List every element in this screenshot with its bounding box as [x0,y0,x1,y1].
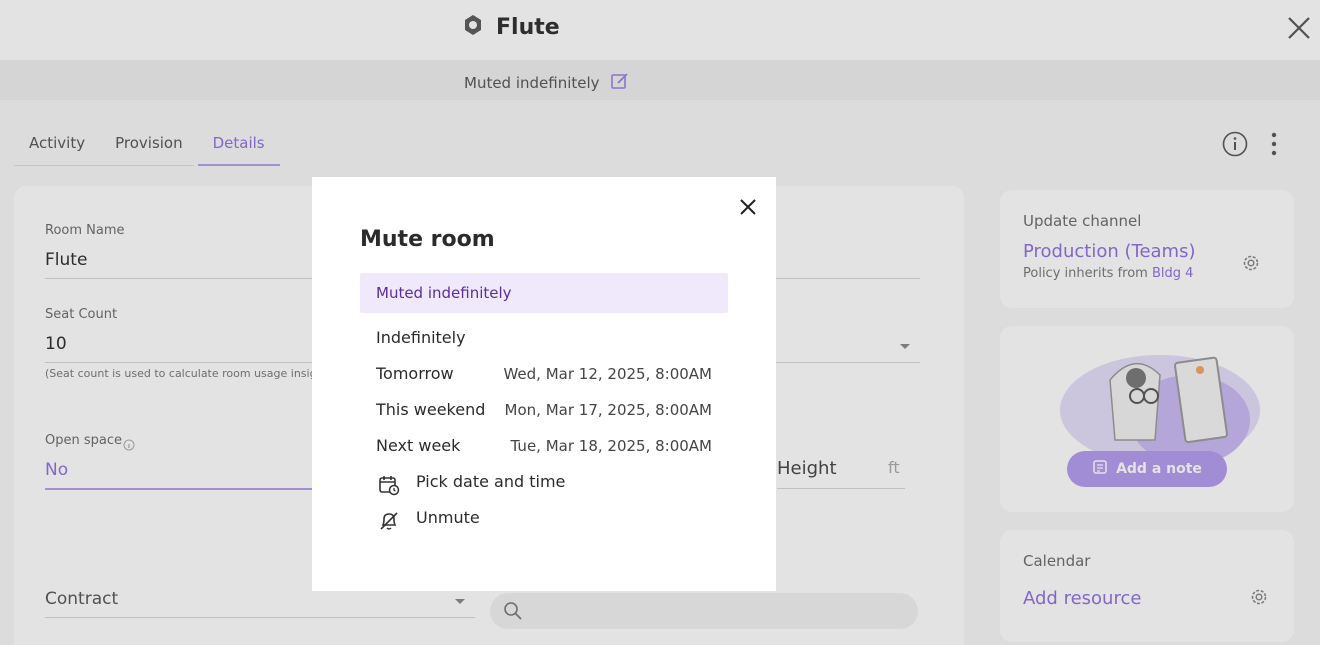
mute-option-indefinitely[interactable]: Indefinitely [376,328,466,347]
dialog-title: Mute room [360,227,495,252]
close-icon[interactable] [736,195,760,219]
mute-option-next-week[interactable]: Next week [376,436,460,455]
mute-option-tomorrow-date: Wed, Mar 12, 2025, 8:00AM [503,365,712,383]
mute-option-this-weekend[interactable]: This weekend [376,400,485,419]
calendar-clock-icon [378,474,400,500]
current-mute-state: Muted indefinitely [360,273,728,313]
bell-off-icon [378,510,400,536]
current-mute-state-label: Muted indefinitely [376,284,512,302]
mute-option-tomorrow[interactable]: Tomorrow [376,364,454,383]
mute-room-dialog: Mute room Muted indefinitely Indefinitel… [312,177,776,591]
mute-option-next-week-date: Tue, Mar 18, 2025, 8:00AM [510,437,712,455]
unmute-option[interactable]: Unmute [416,508,480,527]
mute-option-this-weekend-date: Mon, Mar 17, 2025, 8:00AM [504,401,712,419]
pick-date-time-option[interactable]: Pick date and time [416,472,565,491]
